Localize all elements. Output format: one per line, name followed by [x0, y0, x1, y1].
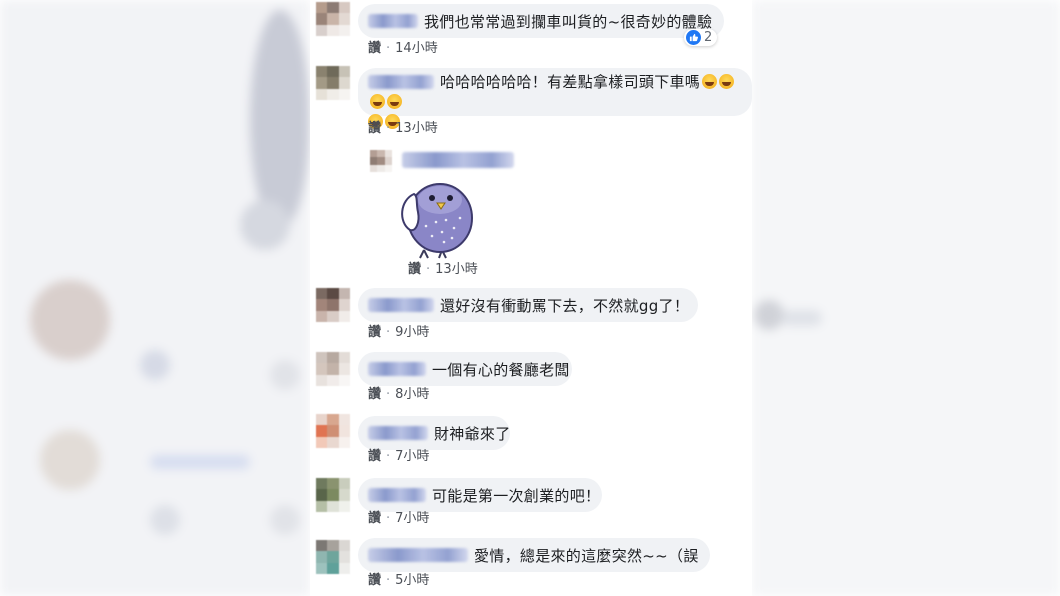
avatar[interactable]	[316, 414, 350, 448]
timestamp[interactable]: 7小時	[395, 449, 429, 464]
like-link[interactable]: 讚	[368, 121, 381, 136]
comment-text: 財神爺來了	[434, 424, 511, 443]
laughing-emoji-icon	[702, 74, 718, 89]
commenter-name[interactable]	[402, 152, 514, 168]
laughing-emoji-icon	[370, 94, 385, 109]
comment-bubble: 哈哈哈哈哈哈！有差點拿樣司頭下車嗎	[358, 68, 752, 129]
like-link[interactable]: 讚	[368, 325, 381, 340]
commenter-name[interactable]	[368, 426, 428, 440]
timestamp[interactable]: 5小時	[395, 573, 429, 588]
comment-text: 還好沒有衝動罵下去，不然就gg了！	[440, 296, 690, 315]
comment-meta: 讚 · 8小時	[368, 387, 430, 402]
laughing-emoji-icon	[719, 74, 735, 89]
commenter-name[interactable]	[368, 298, 434, 312]
avatar[interactable]	[316, 2, 350, 36]
comment-text: 我們也常常過到攔車叫貨的~很奇妙的體驗	[424, 12, 713, 31]
commenter-name[interactable]	[368, 488, 426, 502]
comment-meta: 讚 · 7小時	[368, 511, 430, 526]
comment-text: 哈哈哈哈哈哈！有差點拿樣司頭下車嗎	[440, 73, 701, 91]
comment-text: 愛情，總是來的這麼突然~~（誤	[474, 546, 699, 565]
avatar[interactable]	[316, 288, 350, 322]
commenter-name[interactable]	[368, 548, 468, 562]
comment-text: 可能是第一次創業的吧！	[432, 486, 601, 505]
like-link[interactable]: 讚	[368, 449, 381, 464]
avatar[interactable]	[316, 352, 350, 386]
like-link[interactable]: 讚	[368, 573, 381, 588]
like-link[interactable]: 讚	[368, 511, 381, 526]
like-link[interactable]: 讚	[368, 387, 381, 402]
comment-meta: 讚 · 13小時	[408, 262, 478, 277]
comment-meta: 讚 · 9小時	[368, 325, 430, 340]
comment-text: 一個有心的餐廳老闆	[432, 360, 570, 379]
comment-meta: 讚 · 14小時	[368, 41, 438, 56]
avatar[interactable]	[370, 150, 392, 172]
blue-bird-sticker[interactable]	[396, 178, 482, 260]
blurred-background-left	[0, 0, 310, 596]
timestamp[interactable]: 9小時	[395, 325, 429, 340]
laughing-emoji-icon	[387, 94, 402, 109]
comment-bubble: 我們也常常過到攔車叫貨的~很奇妙的體驗	[358, 4, 724, 38]
reaction-badge[interactable]: 2	[684, 29, 718, 46]
comment-meta: 讚 · 13小時	[368, 121, 438, 136]
timestamp[interactable]: 13小時	[435, 262, 478, 277]
comment-meta: 讚 · 7小時	[368, 449, 430, 464]
commenter-name[interactable]	[368, 362, 426, 376]
like-link[interactable]: 讚	[408, 262, 421, 277]
timestamp[interactable]: 14小時	[395, 41, 438, 56]
thumbs-up-icon	[686, 30, 701, 45]
comment-meta: 讚 · 5小時	[368, 573, 430, 588]
avatar[interactable]	[316, 478, 350, 512]
timestamp[interactable]: 13小時	[395, 121, 438, 136]
timestamp[interactable]: 8小時	[395, 387, 429, 402]
timestamp[interactable]: 7小時	[395, 511, 429, 526]
reaction-count: 2	[704, 30, 713, 45]
commenter-name[interactable]	[368, 14, 418, 28]
avatar[interactable]	[316, 66, 350, 100]
comment-bubble: 還好沒有衝動罵下去，不然就gg了！	[358, 288, 698, 322]
like-link[interactable]: 讚	[368, 41, 381, 56]
avatar[interactable]	[316, 540, 350, 574]
comment-bubble: 一個有心的餐廳老闆	[358, 352, 572, 386]
comments-panel: 我們也常常過到攔車叫貨的~很奇妙的體驗 2 讚 · 14小時 哈哈哈哈哈哈！有差點拿…	[310, 0, 752, 596]
blurred-background-right	[752, 0, 1060, 596]
commenter-name[interactable]	[368, 75, 434, 89]
comment-bubble: 愛情，總是來的這麼突然~~（誤	[358, 538, 710, 572]
